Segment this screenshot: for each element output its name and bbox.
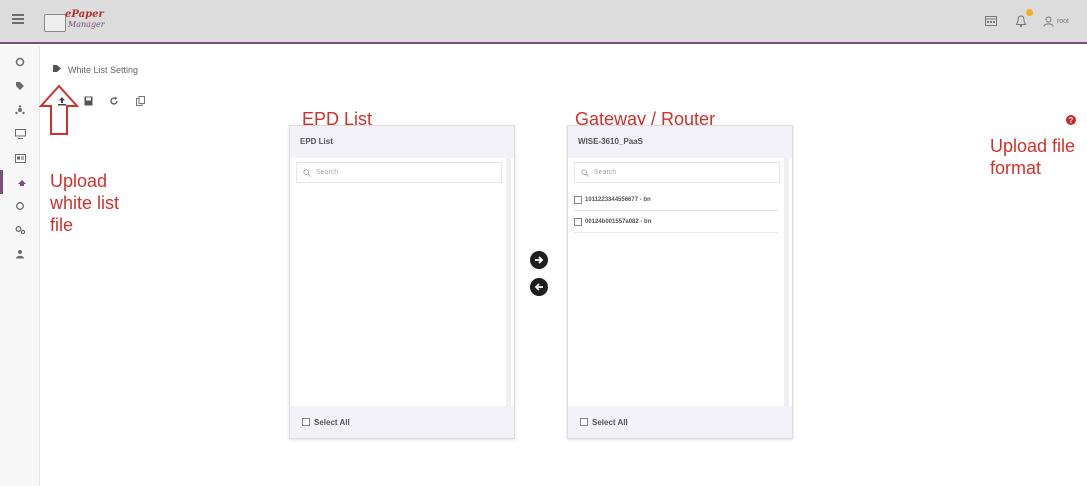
save-button[interactable]	[80, 93, 96, 109]
menu-icon[interactable]	[12, 14, 24, 24]
annotation-line: white list	[50, 193, 120, 213]
breadcrumb: White List Setting	[52, 64, 138, 75]
card-icon	[14, 153, 26, 163]
select-all-label: Select All	[592, 417, 628, 427]
scrollbar[interactable]	[784, 158, 789, 408]
search-icon	[303, 168, 311, 177]
notification-bell-icon[interactable]	[1013, 9, 1033, 29]
annotation-line: file	[50, 215, 74, 235]
select-all-row[interactable]: Select All	[290, 406, 514, 438]
sidebar-item-dashboard[interactable]	[0, 50, 40, 74]
logo-frame-icon	[44, 14, 66, 32]
item-label: 1011223344556677 - bn	[585, 196, 651, 203]
sync-icon	[16, 202, 24, 210]
user-menu[interactable]: root	[1043, 16, 1069, 27]
annotation-upload-format: Upload file format	[990, 135, 1087, 179]
sidebar-item-devices[interactable]	[0, 122, 40, 146]
epd-search-input[interactable]: Search	[296, 162, 502, 183]
network-icon	[15, 105, 25, 115]
search-placeholder: Search	[594, 169, 617, 176]
monitor-icon	[14, 129, 26, 139]
sidebar-item-settings[interactable]	[0, 218, 40, 242]
logo-text-line2: Manager	[68, 20, 105, 29]
user-admin-icon	[16, 250, 24, 259]
select-all-label: Select All	[314, 417, 350, 427]
sidebar-item-cards[interactable]	[0, 146, 40, 170]
sidebar-item-user-admin[interactable]	[0, 242, 40, 266]
tag-icon	[16, 82, 24, 90]
whitelist-icon	[17, 180, 26, 186]
logo-text-line1: ePaper	[65, 9, 104, 20]
breadcrumb-label: White List Setting	[68, 64, 139, 75]
user-icon	[1043, 16, 1054, 27]
copy-button[interactable]	[132, 93, 148, 109]
settings-icon	[15, 226, 25, 235]
list-item[interactable]: 00124b001557a082 - bn	[574, 211, 778, 233]
arrow-right-icon	[535, 256, 544, 264]
arrow-left-icon	[534, 283, 543, 291]
gateway-panel: WISE-3610_PaaS Search 1011223344556677 -…	[567, 125, 793, 439]
refresh-button[interactable]	[106, 93, 122, 109]
user-name: root	[1056, 17, 1069, 25]
sidebar-item-network[interactable]	[0, 98, 40, 122]
list-item[interactable]: 1011223344556677 - bn	[574, 189, 778, 211]
scrollbar[interactable]	[506, 158, 511, 408]
annotation-line: Upload	[50, 171, 108, 191]
search-icon	[581, 168, 589, 177]
search-placeholder: Search	[316, 169, 339, 176]
help-icon[interactable]: ?	[1066, 115, 1076, 125]
panel-title: EPD List	[290, 126, 514, 158]
select-all-checkbox[interactable]	[580, 418, 588, 426]
dashboard-icon	[15, 57, 25, 67]
copy-icon	[135, 96, 145, 106]
calendar-icon[interactable]	[983, 13, 999, 29]
gateway-search-input[interactable]: Search	[574, 162, 780, 183]
annotation-upload-white-list: Upload white list file	[50, 170, 160, 236]
panel-title: WISE-3610_PaaS	[568, 126, 792, 158]
sidebar-item-tags[interactable]	[0, 74, 40, 98]
app-logo[interactable]: ePaper Manager	[44, 8, 116, 36]
annotation-line: format	[990, 158, 1042, 178]
item-label: 00124b001557a082 - bn	[585, 218, 652, 225]
sidebar-item-sync[interactable]	[0, 194, 40, 218]
item-checkbox[interactable]	[574, 217, 582, 226]
top-bar: ePaper Manager root	[0, 0, 1087, 44]
epd-list-panel: EPD List Search Select All	[289, 125, 515, 439]
sidebar-item-white-list[interactable]	[0, 170, 40, 194]
sidebar	[0, 46, 40, 486]
refresh-icon	[110, 96, 118, 105]
topbar-actions: root	[983, 8, 1069, 34]
annotation-line: Upload file	[990, 136, 1076, 156]
notification-badge	[1025, 9, 1033, 16]
save-icon	[84, 96, 92, 106]
select-all-row[interactable]: Select All	[568, 406, 792, 438]
move-right-button[interactable]	[530, 251, 548, 269]
select-all-checkbox[interactable]	[302, 418, 310, 426]
move-left-button[interactable]	[530, 278, 548, 296]
item-checkbox[interactable]	[574, 195, 582, 204]
annotation-arrow-icon	[38, 84, 80, 135]
tag-icon	[52, 64, 62, 75]
